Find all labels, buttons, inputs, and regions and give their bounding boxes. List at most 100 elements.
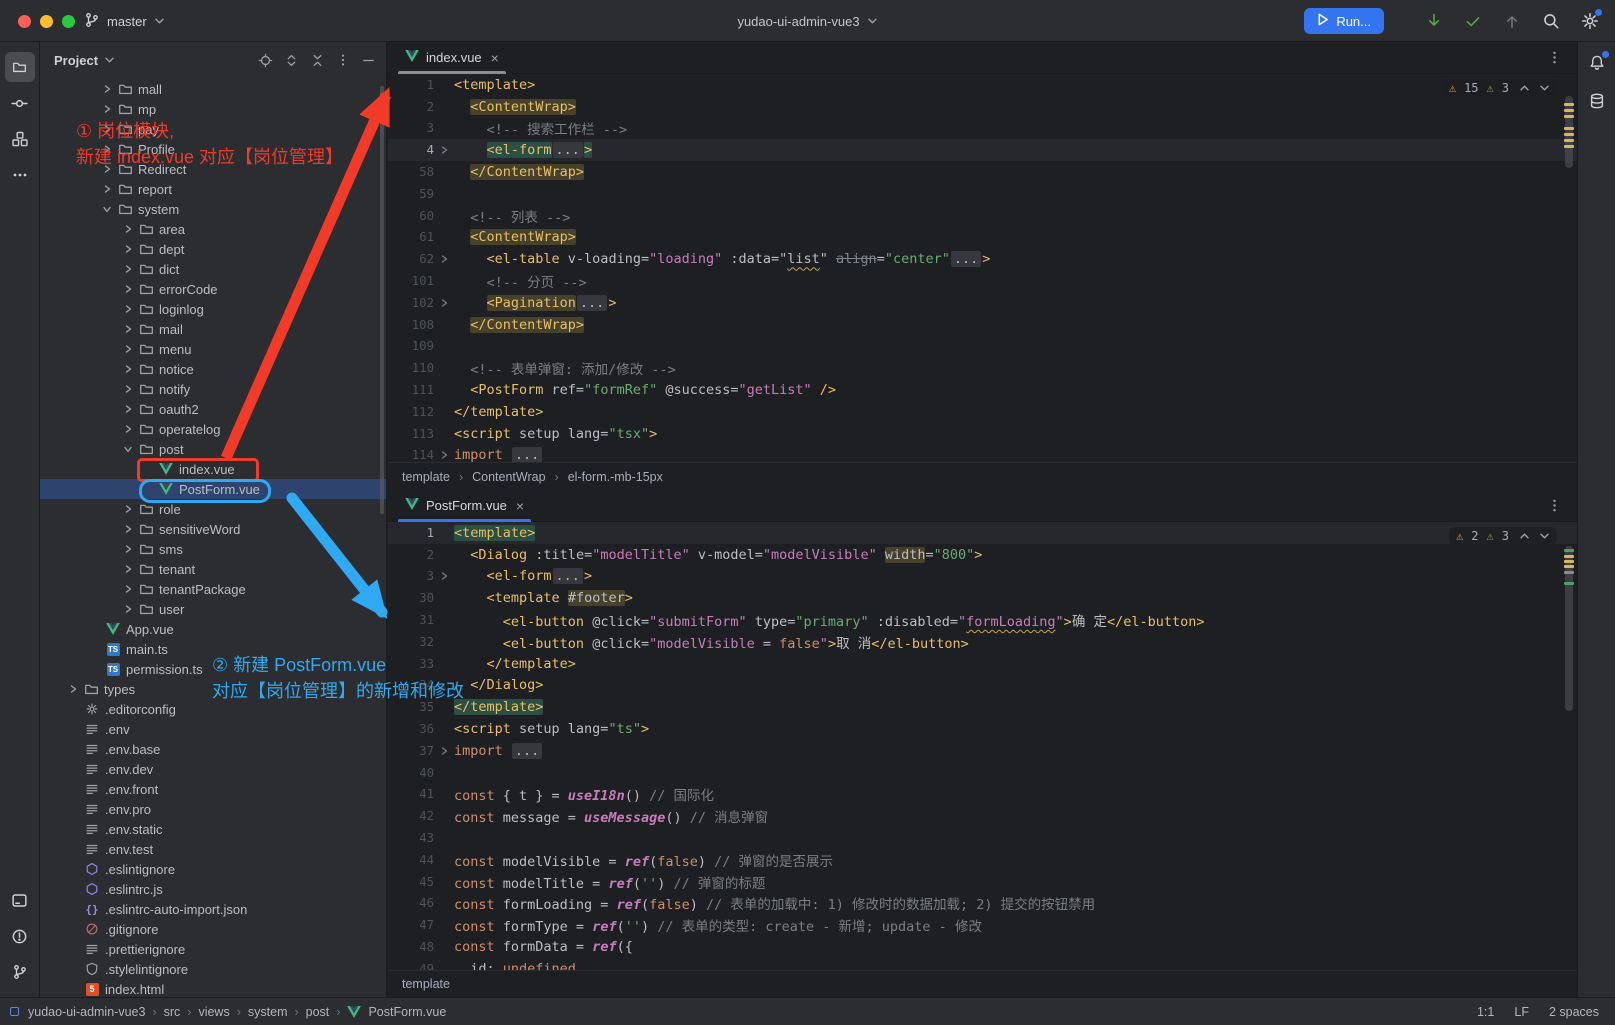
tab-index-vue[interactable]: index.vue ×: [395, 42, 509, 74]
code-line[interactable]: 108 </ContentWrap>: [388, 314, 1577, 336]
next-warning-icon[interactable]: [1539, 531, 1550, 541]
breadcrumb-item[interactable]: ContentWrap: [472, 470, 545, 484]
status-path-segment[interactable]: post: [306, 1005, 330, 1019]
code-line[interactable]: 102 <Pagination...>: [388, 292, 1577, 314]
tree-chevron-icon[interactable]: [99, 84, 115, 94]
tree-item-index.vue[interactable]: index.vue: [40, 459, 386, 479]
tree-chevron-icon[interactable]: [120, 524, 136, 534]
tree-item-.env[interactable]: .env: [40, 719, 386, 739]
status-path[interactable]: yudao-ui-admin-vue3›src›views›system›pos…: [28, 1005, 446, 1019]
code-line[interactable]: 62 <el-table v-loading="loading" :data="…: [388, 248, 1577, 270]
tree-chevron-icon[interactable]: [120, 544, 136, 554]
tree-item-menu[interactable]: menu: [40, 339, 386, 359]
code-line[interactable]: 1<template>: [388, 522, 1577, 544]
code-line[interactable]: 34 </Dialog>: [388, 675, 1577, 697]
tree-chevron-icon[interactable]: [99, 124, 115, 134]
tree-item-report[interactable]: report: [40, 179, 386, 199]
tree-chevron-icon[interactable]: [120, 244, 136, 254]
error-stripe[interactable]: [1561, 522, 1577, 970]
previous-warning-icon[interactable]: [1519, 531, 1530, 541]
project-panel-title-button[interactable]: Project: [54, 53, 115, 68]
tree-chevron-icon[interactable]: [120, 284, 136, 294]
fold-chevron-icon[interactable]: [439, 298, 449, 308]
code-line[interactable]: 41const { t } = useI18n() // 国际化: [388, 784, 1577, 806]
editor-scrollbar-thumb[interactable]: [1565, 96, 1573, 168]
tree-item-tenantPackage[interactable]: tenantPackage: [40, 579, 386, 599]
project-selector[interactable]: yudao-ui-admin-vue3: [737, 0, 877, 42]
fold-chevron-icon[interactable]: [439, 254, 449, 264]
tree-item-PostForm.vue[interactable]: PostForm.vue: [40, 479, 386, 499]
tree-chevron-icon[interactable]: [65, 684, 81, 694]
close-tab-icon[interactable]: ×: [491, 51, 499, 65]
tree-item-mp[interactable]: mp: [40, 99, 386, 119]
breadcrumb-item[interactable]: template: [402, 977, 450, 991]
tree-chevron-icon[interactable]: [99, 104, 115, 114]
tree-item-App.vue[interactable]: App.vue: [40, 619, 386, 639]
tree-chevron-icon[interactable]: [99, 144, 115, 154]
git-branch-button[interactable]: [5, 957, 35, 987]
next-warning-icon[interactable]: [1539, 83, 1550, 93]
code-line[interactable]: 3 <el-form...>: [388, 566, 1577, 588]
search-button[interactable]: [1540, 10, 1562, 32]
tab-postform-vue[interactable]: PostForm.vue ×: [395, 490, 534, 522]
tree-chevron-icon[interactable]: [120, 324, 136, 334]
status-path-segment[interactable]: views: [198, 1005, 229, 1019]
tree-item-user[interactable]: user: [40, 599, 386, 619]
tree-item-pay[interactable]: pay: [40, 119, 386, 139]
vcs-update-button[interactable]: [1423, 10, 1445, 32]
tree-chevron-icon[interactable]: [120, 384, 136, 394]
close-window-button[interactable]: [18, 15, 31, 28]
inspections-widget[interactable]: ⚠ 2 ⚠ 3: [1449, 527, 1557, 545]
code-line[interactable]: 48const formData = ref({: [388, 936, 1577, 958]
error-stripe[interactable]: [1561, 74, 1577, 462]
tree-item-permission.ts[interactable]: TSpermission.ts: [40, 659, 386, 679]
tree-item-mail[interactable]: mail: [40, 319, 386, 339]
tree-item-Redirect[interactable]: Redirect: [40, 159, 386, 179]
code-line[interactable]: 2 <ContentWrap>: [388, 96, 1577, 118]
tree-chevron-icon[interactable]: [120, 264, 136, 274]
problems-button[interactable]: [5, 921, 35, 951]
tree-chevron-icon[interactable]: [120, 504, 136, 514]
tree-item-.env.dev[interactable]: .env.dev: [40, 759, 386, 779]
code-line[interactable]: 3 <!-- 搜索工作栏 -->: [388, 118, 1577, 140]
tree-item-.stylelintignore[interactable]: .stylelintignore: [40, 959, 386, 979]
tree-item-.editorconfig[interactable]: .editorconfig: [40, 699, 386, 719]
tree-item-types[interactable]: types: [40, 679, 386, 699]
database-button[interactable]: [1586, 90, 1608, 112]
code-line[interactable]: 49 id: undefined: [388, 958, 1577, 970]
tree-item-oauth2[interactable]: oauth2: [40, 399, 386, 419]
expand-all-button[interactable]: [284, 53, 299, 68]
tree-item-.env.base[interactable]: .env.base: [40, 739, 386, 759]
code-line[interactable]: 109: [388, 336, 1577, 358]
close-tab-icon[interactable]: ×: [516, 499, 524, 513]
settings-button[interactable]: [1579, 10, 1601, 32]
locate-button[interactable]: [258, 53, 273, 68]
fold-chevron-icon[interactable]: [439, 145, 449, 155]
tree-item-sensitiveWord[interactable]: sensitiveWord: [40, 519, 386, 539]
code-line[interactable]: 112</template>: [388, 401, 1577, 423]
tree-item-.env.static[interactable]: .env.static: [40, 819, 386, 839]
tree-item-.eslintrc.js[interactable]: .eslintrc.js: [40, 879, 386, 899]
code-line[interactable]: 32 <el-button @click="modelVisible = fal…: [388, 631, 1577, 653]
code-line[interactable]: 43: [388, 827, 1577, 849]
code-line[interactable]: 111 <PostForm ref="formRef" @success="ge…: [388, 379, 1577, 401]
tree-item-.gitignore[interactable]: .gitignore: [40, 919, 386, 939]
code-line[interactable]: 35</template>: [388, 696, 1577, 718]
tree-chevron-icon[interactable]: [120, 604, 136, 614]
code-line[interactable]: 40: [388, 762, 1577, 784]
tree-item-system[interactable]: system: [40, 199, 386, 219]
tree-item-post[interactable]: post: [40, 439, 386, 459]
code-line[interactable]: 58 </ContentWrap>: [388, 161, 1577, 183]
indent-setting[interactable]: 2 spaces: [1549, 1005, 1599, 1019]
tree-chevron-icon[interactable]: [120, 364, 136, 374]
editor-options-kebab-icon[interactable]: [1547, 50, 1562, 65]
code-line[interactable]: 60 <!-- 列表 -->: [388, 205, 1577, 227]
code-line[interactable]: 2 <Dialog :title="modelTitle" v-model="m…: [388, 544, 1577, 566]
tree-item-main.ts[interactable]: TSmain.ts: [40, 639, 386, 659]
tree-chevron-icon[interactable]: [120, 304, 136, 314]
tree-item-.env.pro[interactable]: .env.pro: [40, 799, 386, 819]
structure-button[interactable]: [5, 124, 35, 154]
fold-chevron-icon[interactable]: [439, 571, 449, 581]
previous-warning-icon[interactable]: [1519, 83, 1530, 93]
status-path-segment[interactable]: yudao-ui-admin-vue3: [28, 1005, 145, 1019]
